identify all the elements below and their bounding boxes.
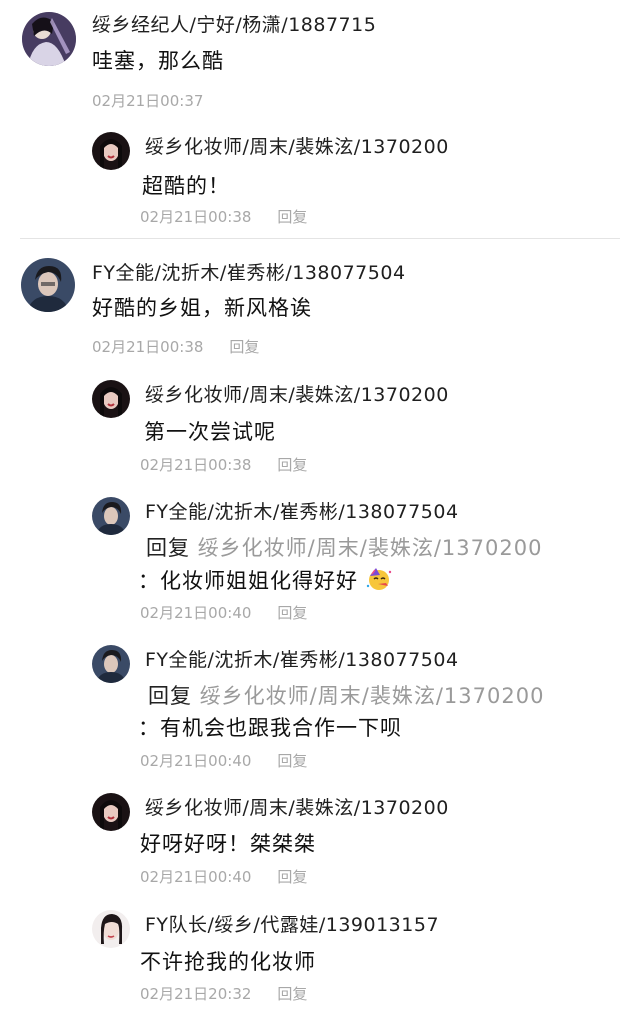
reply-prefix: 回复 xyxy=(146,536,190,560)
reply-text: 不许抢我的化妆师 xyxy=(140,950,316,974)
comment-text: 哇塞，那么酷 xyxy=(92,49,224,73)
reply-author[interactable]: FY队长/绥乡/代露娃/139013157 xyxy=(145,910,439,937)
partying-face-emoji-icon xyxy=(366,568,391,590)
reply-timestamp: 02月21日00:40 xyxy=(140,752,252,770)
reply-author[interactable]: 绥乡化妆师/周末/裴姝泫/1370200 xyxy=(145,380,449,407)
reply-timestamp: 02月21日00:40 xyxy=(140,604,252,622)
avatar-user-peishuxuan[interactable] xyxy=(92,793,130,831)
reply-text-line-2: ：化妆师姐姐化得好好 xyxy=(138,565,392,595)
reply-target-user[interactable]: 绥乡化妆师/周末/裴姝泫/1370200 xyxy=(200,684,545,708)
reply-meta: 02月21日00:38 回复 xyxy=(140,454,307,475)
reply-author[interactable]: 绥乡化妆师/周末/裴姝泫/1370200 xyxy=(145,793,449,820)
reply-timestamp: 02月21日00:38 xyxy=(140,456,252,474)
reply-meta: 02月21日00:40 回复 xyxy=(140,750,307,771)
reply-text: 超酷的！ xyxy=(142,174,230,198)
avatar-user-cuixiubin[interactable] xyxy=(92,645,130,683)
avatar-user-yangxiao[interactable] xyxy=(22,12,76,66)
avatar-user-peishuxuan[interactable] xyxy=(92,132,130,170)
reply-button[interactable]: 回复 xyxy=(277,604,307,622)
reply-meta: 02月21日20:32 回复 xyxy=(140,983,307,1004)
reply-button[interactable]: 回复 xyxy=(277,208,307,226)
reply-text-line-1: 回复 绥乡化妆师/周末/裴姝泫/1370200 xyxy=(146,532,542,562)
reply-prefix: 回复 xyxy=(148,684,192,708)
reply-text: ：化妆师姐姐化得好好 xyxy=(138,569,358,593)
comment-author[interactable]: 绥乡经纪人/宁好/杨潇/1887715 xyxy=(92,10,376,37)
reply-text-line-2: ：有机会也跟我合作一下呗 xyxy=(138,716,402,740)
reply-button[interactable]: 回复 xyxy=(277,868,307,886)
reply-text: 第一次尝试呢 xyxy=(144,420,276,444)
thread-divider xyxy=(20,238,620,239)
comment-meta: 02月21日00:38 回复 xyxy=(92,336,259,357)
reply-author[interactable]: FY全能/沈折木/崔秀彬/138077504 xyxy=(145,497,459,524)
reply-button[interactable]: 回复 xyxy=(277,752,307,770)
avatar-user-cuixiubin[interactable] xyxy=(92,497,130,535)
reply-timestamp: 02月21日00:38 xyxy=(140,208,252,226)
reply-meta: 02月21日00:40 回复 xyxy=(140,866,307,887)
reply-timestamp: 02月21日20:32 xyxy=(140,985,252,1003)
reply-button[interactable]: 回复 xyxy=(229,338,259,356)
avatar-user-dailuwa[interactable] xyxy=(92,910,130,948)
comment-text: 好酷的乡姐，新风格诶 xyxy=(92,296,312,320)
reply-author[interactable]: FY全能/沈折木/崔秀彬/138077504 xyxy=(145,645,459,672)
comment-timestamp: 02月21日00:38 xyxy=(92,338,204,356)
reply-text-line-1: 回复 绥乡化妆师/周末/裴姝泫/1370200 xyxy=(148,680,544,710)
reply-timestamp: 02月21日00:40 xyxy=(140,868,252,886)
avatar-user-peishuxuan[interactable] xyxy=(92,380,130,418)
reply-target-user[interactable]: 绥乡化妆师/周末/裴姝泫/1370200 xyxy=(198,536,543,560)
comment-author[interactable]: FY全能/沈折木/崔秀彬/138077504 xyxy=(92,258,406,285)
comment-timestamp: 02月21日00:37 xyxy=(92,92,204,110)
reply-meta: 02月21日00:38 回复 xyxy=(140,206,307,227)
reply-button[interactable]: 回复 xyxy=(277,456,307,474)
avatar-user-cuixiubin[interactable] xyxy=(21,258,75,312)
reply-button[interactable]: 回复 xyxy=(277,985,307,1003)
reply-text: 好呀好呀！桀桀桀 xyxy=(140,832,316,856)
reply-meta: 02月21日00:40 回复 xyxy=(140,602,307,623)
reply-author[interactable]: 绥乡化妆师/周末/裴姝泫/1370200 xyxy=(145,132,449,159)
